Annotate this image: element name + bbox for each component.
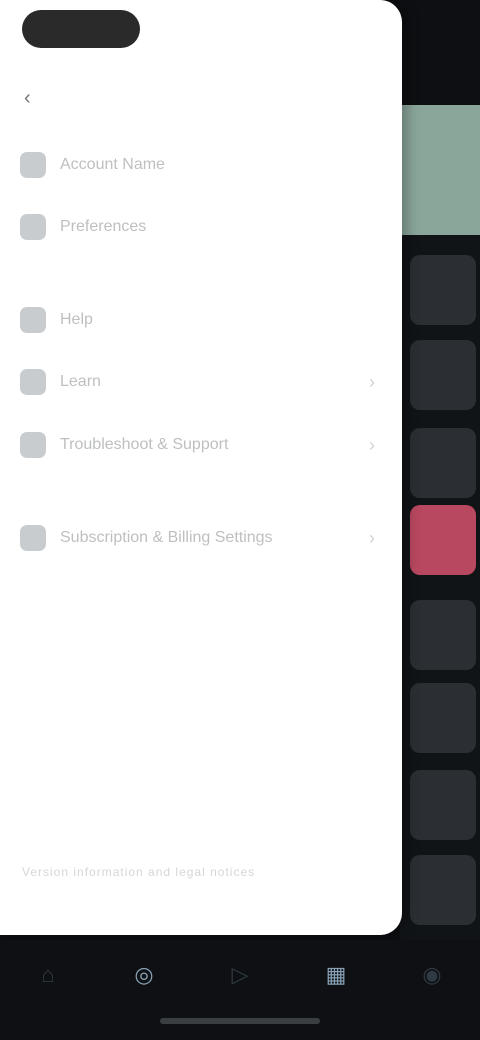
background-app-header <box>400 0 480 105</box>
profile-icon[interactable]: ◉ <box>414 957 450 993</box>
chevron-right-icon: › <box>369 435 375 455</box>
home-icon[interactable]: ⌂ <box>30 957 66 993</box>
chevron-right-icon: › <box>369 372 375 392</box>
background-thumbnail <box>410 340 476 410</box>
help-icon <box>20 307 46 333</box>
drawer-footer-text: Version information and legal notices <box>22 865 256 879</box>
menu-item-preferences[interactable]: Preferences <box>20 207 392 247</box>
menu-item-label: Learn <box>60 373 101 390</box>
settings-icon <box>20 214 46 240</box>
background-thumbnail <box>410 428 476 498</box>
chevron-right-icon: › <box>369 528 375 548</box>
side-drawer: ‹ Account Name Preferences Help Learn › … <box>0 0 402 935</box>
background-thumbnail <box>410 255 476 325</box>
bottom-navigation-bar: ⌂ ◎ ▷ ▦ ◉ <box>0 940 480 1040</box>
menu-item-label: Subscription & Billing Settings <box>60 529 273 546</box>
compass-icon[interactable]: ◎ <box>126 957 162 993</box>
background-thumbnail <box>410 600 476 670</box>
menu-item-label: Preferences <box>60 218 147 235</box>
background-thumbnail <box>410 683 476 753</box>
book-icon <box>20 369 46 395</box>
play-icon[interactable]: ▷ <box>222 957 258 993</box>
home-indicator[interactable] <box>160 1018 320 1024</box>
menu-item-help[interactable]: Help <box>20 300 392 340</box>
user-icon <box>20 152 46 178</box>
menu-item-billing[interactable]: Subscription & Billing Settings › <box>20 518 392 558</box>
wrench-icon <box>20 432 46 458</box>
card-icon <box>20 525 46 551</box>
menu-item-learn[interactable]: Learn › <box>20 362 392 402</box>
grid-icon[interactable]: ▦ <box>318 957 354 993</box>
background-thumbnail <box>410 770 476 840</box>
background-hero-card <box>400 105 480 235</box>
menu-item-account[interactable]: Account Name <box>20 145 392 185</box>
menu-item-support[interactable]: Troubleshoot & Support › <box>20 425 392 465</box>
background-thumbnail-highlight <box>410 505 476 575</box>
background-thumbnail <box>410 855 476 925</box>
menu-item-label: Help <box>60 311 93 328</box>
menu-item-label: Troubleshoot & Support <box>60 436 229 453</box>
menu-item-label: Account Name <box>60 156 165 173</box>
account-switcher-button[interactable] <box>22 10 140 48</box>
chevron-left-icon[interactable]: ‹ <box>24 86 54 110</box>
